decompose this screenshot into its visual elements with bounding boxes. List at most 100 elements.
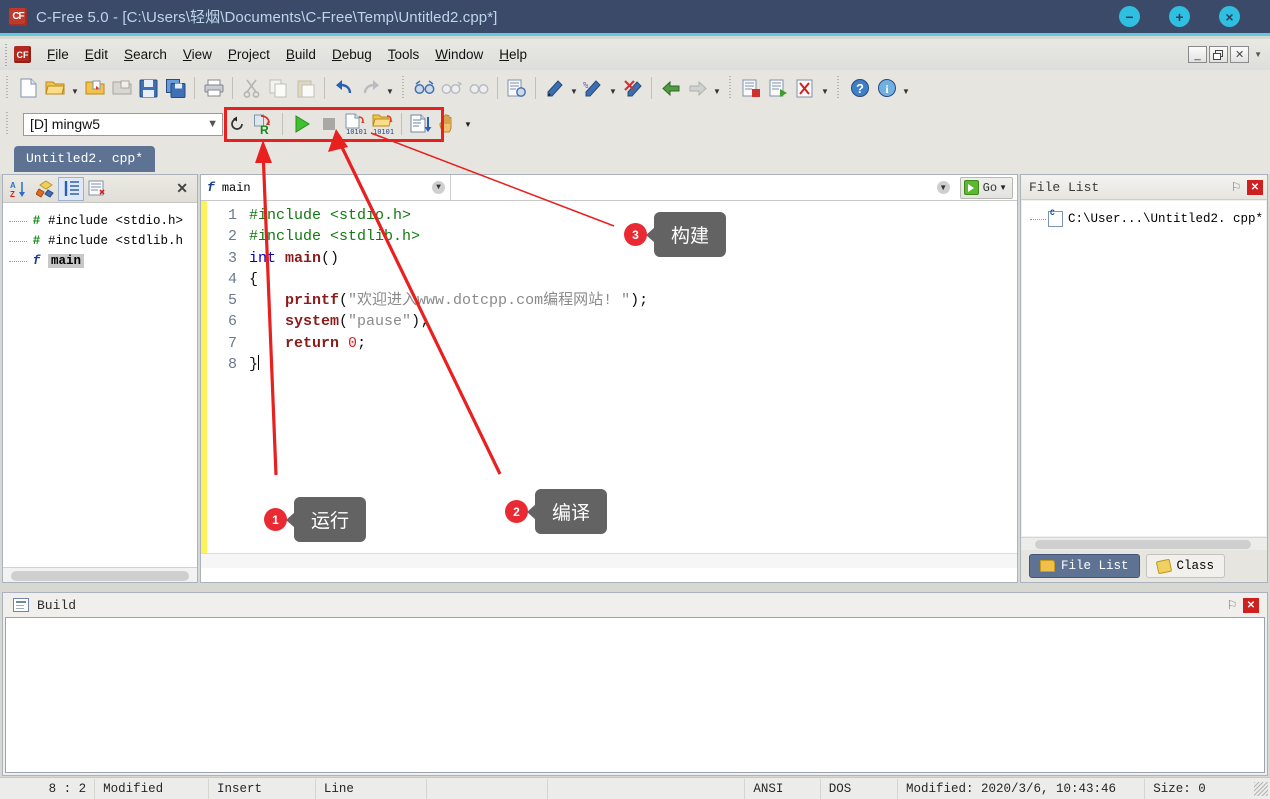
back-icon[interactable] xyxy=(657,75,684,102)
menu-item-search[interactable]: Search xyxy=(116,44,175,65)
save-all-icon[interactable] xyxy=(162,75,189,102)
find-next-icon[interactable] xyxy=(438,75,465,102)
refresh-target-icon[interactable] xyxy=(223,111,250,138)
stop-button[interactable] xyxy=(315,111,342,138)
new-file-icon[interactable] xyxy=(15,75,42,102)
rebuild-button[interactable] xyxy=(407,111,434,138)
cut-icon[interactable] xyxy=(238,75,265,102)
symbol-browser-close-button[interactable]: ✕ xyxy=(176,180,188,197)
code-token: <stdlib.h> xyxy=(330,228,420,245)
bookmark-next-dropdown-caret[interactable]: ▼ xyxy=(607,75,619,102)
code-token: "pause" xyxy=(348,313,411,330)
menu-item-build[interactable]: Build xyxy=(278,44,324,65)
code-text: #include <stdio.h> xyxy=(249,205,411,226)
bookmark-dropdown-caret[interactable]: ▼ xyxy=(568,75,580,102)
pin-icon[interactable]: ⚐ xyxy=(1224,598,1240,612)
menu-item-project[interactable]: Project xyxy=(220,44,278,65)
build-output-close-button[interactable]: ✕ xyxy=(1243,598,1259,613)
symbol-tree-item[interactable]: # #include <stdio.h> xyxy=(9,211,197,231)
scrollbar-thumb[interactable] xyxy=(1035,540,1251,549)
menu-item-file[interactable]: File xyxy=(39,44,77,65)
help-dropdown-caret[interactable]: ▼ xyxy=(900,75,912,102)
symbol-tree-item[interactable]: # #include <stdlib.h xyxy=(9,231,197,251)
toolbar-grip[interactable] xyxy=(835,76,842,100)
run-button[interactable] xyxy=(288,111,315,138)
tab-class[interactable]: Class xyxy=(1146,554,1226,578)
close-project-icon[interactable] xyxy=(108,75,135,102)
menu-item-window[interactable]: Window xyxy=(427,44,491,65)
menu-item-help[interactable]: Help xyxy=(491,44,535,65)
window-close-button[interactable]: × xyxy=(1219,6,1240,27)
tab-file-list[interactable]: File List xyxy=(1029,554,1140,578)
window-maximize-button[interactable]: + xyxy=(1169,6,1190,27)
new-project-icon[interactable] xyxy=(81,75,108,102)
navigate-dropdown-caret[interactable]: ▼ xyxy=(711,75,723,102)
reset-R-icon[interactable]: R xyxy=(250,111,277,138)
tree-connector xyxy=(1030,219,1046,220)
replace-icon[interactable] xyxy=(503,75,530,102)
build-project-button[interactable]: 10101 xyxy=(369,111,396,138)
forward-icon[interactable] xyxy=(684,75,711,102)
insert-breakpoint-icon[interactable] xyxy=(738,75,765,102)
file-list-hscrollbar[interactable] xyxy=(1021,537,1267,550)
bookmark-icon[interactable] xyxy=(541,75,568,102)
mdi-restore-button[interactable] xyxy=(1209,46,1228,63)
toolbar-grip[interactable] xyxy=(4,112,11,136)
find-previous-icon[interactable] xyxy=(465,75,492,102)
toolbar-grip[interactable] xyxy=(727,76,734,100)
outline-icon[interactable] xyxy=(58,177,84,201)
file-list-item[interactable]: C:\User...\Untitled2. cpp* xyxy=(1022,209,1266,229)
open-file-dropdown-caret[interactable]: ▼ xyxy=(69,75,81,102)
compiler-target-combo[interactable]: [D] mingw5 ▼ xyxy=(23,113,223,136)
pin-icon[interactable]: ⚐ xyxy=(1228,180,1244,194)
hand-stop-icon[interactable] xyxy=(434,111,461,138)
modified-time: Modified: 2020/3/6, 10:43:46 xyxy=(898,779,1145,799)
editor-overflow-chevron-icon[interactable]: ▼ xyxy=(937,181,950,194)
go-dropdown-caret[interactable]: ▼ xyxy=(999,183,1007,192)
print-icon[interactable] xyxy=(200,75,227,102)
class-view-icon[interactable] xyxy=(32,177,58,201)
chevron-down-icon[interactable]: ▼ xyxy=(432,181,445,194)
editor-scope-combo[interactable]: f main ▼ xyxy=(201,175,451,200)
resize-grip[interactable] xyxy=(1254,782,1268,796)
copy-icon[interactable] xyxy=(265,75,292,102)
go-button[interactable]: Go ▼ xyxy=(960,177,1013,199)
compile-file-button[interactable]: 10101 xyxy=(342,111,369,138)
mdi-close-button[interactable]: ✕ xyxy=(1230,46,1249,63)
undo-dropdown-caret[interactable]: ▼ xyxy=(384,75,396,102)
properties-icon[interactable] xyxy=(84,177,110,201)
menu-item-edit[interactable]: Edit xyxy=(77,44,116,65)
editor-hscrollbar[interactable] xyxy=(201,553,1017,568)
mdi-minimize-button[interactable]: _ xyxy=(1188,46,1207,63)
mdi-overflow-caret[interactable]: ▼ xyxy=(1254,50,1262,59)
menu-drag-grip[interactable] xyxy=(3,44,10,66)
bookmark-next-icon[interactable]: % xyxy=(580,75,607,102)
help-icon[interactable]: ? xyxy=(846,75,873,102)
main-toolbar: ▼ ▼ ▼ xyxy=(0,70,1270,106)
find-icon[interactable] xyxy=(411,75,438,102)
open-file-icon[interactable] xyxy=(42,75,69,102)
save-icon[interactable] xyxy=(135,75,162,102)
file-list-close-button[interactable]: ✕ xyxy=(1247,180,1263,195)
symbol-panel-hscrollbar[interactable] xyxy=(3,567,197,582)
clear-bookmarks-icon[interactable] xyxy=(619,75,646,102)
remove-breakpoints-icon[interactable] xyxy=(792,75,819,102)
symbol-tree-item[interactable]: f main xyxy=(9,251,197,271)
toolbar-grip[interactable] xyxy=(400,76,407,100)
undo-icon[interactable] xyxy=(330,75,357,102)
toolbar-grip[interactable] xyxy=(4,76,11,100)
menu-item-view[interactable]: View xyxy=(175,44,220,65)
about-icon[interactable]: i xyxy=(873,75,900,102)
redo-icon[interactable] xyxy=(357,75,384,102)
sort-alpha-icon[interactable]: AZ xyxy=(6,177,32,201)
menu-item-debug[interactable]: Debug xyxy=(324,44,380,65)
window-minimize-button[interactable]: − xyxy=(1119,6,1140,27)
build-toolbar-overflow-caret[interactable]: ▼ xyxy=(461,111,475,138)
menu-item-tools[interactable]: Tools xyxy=(380,44,428,65)
scrollbar-thumb[interactable] xyxy=(11,571,189,581)
run-to-cursor-icon[interactable] xyxy=(765,75,792,102)
document-tab-untitled2[interactable]: Untitled2. cpp* xyxy=(14,146,155,172)
build-output-text[interactable] xyxy=(5,617,1265,773)
breakpoint-dropdown-caret[interactable]: ▼ xyxy=(819,75,831,102)
paste-icon[interactable] xyxy=(292,75,319,102)
